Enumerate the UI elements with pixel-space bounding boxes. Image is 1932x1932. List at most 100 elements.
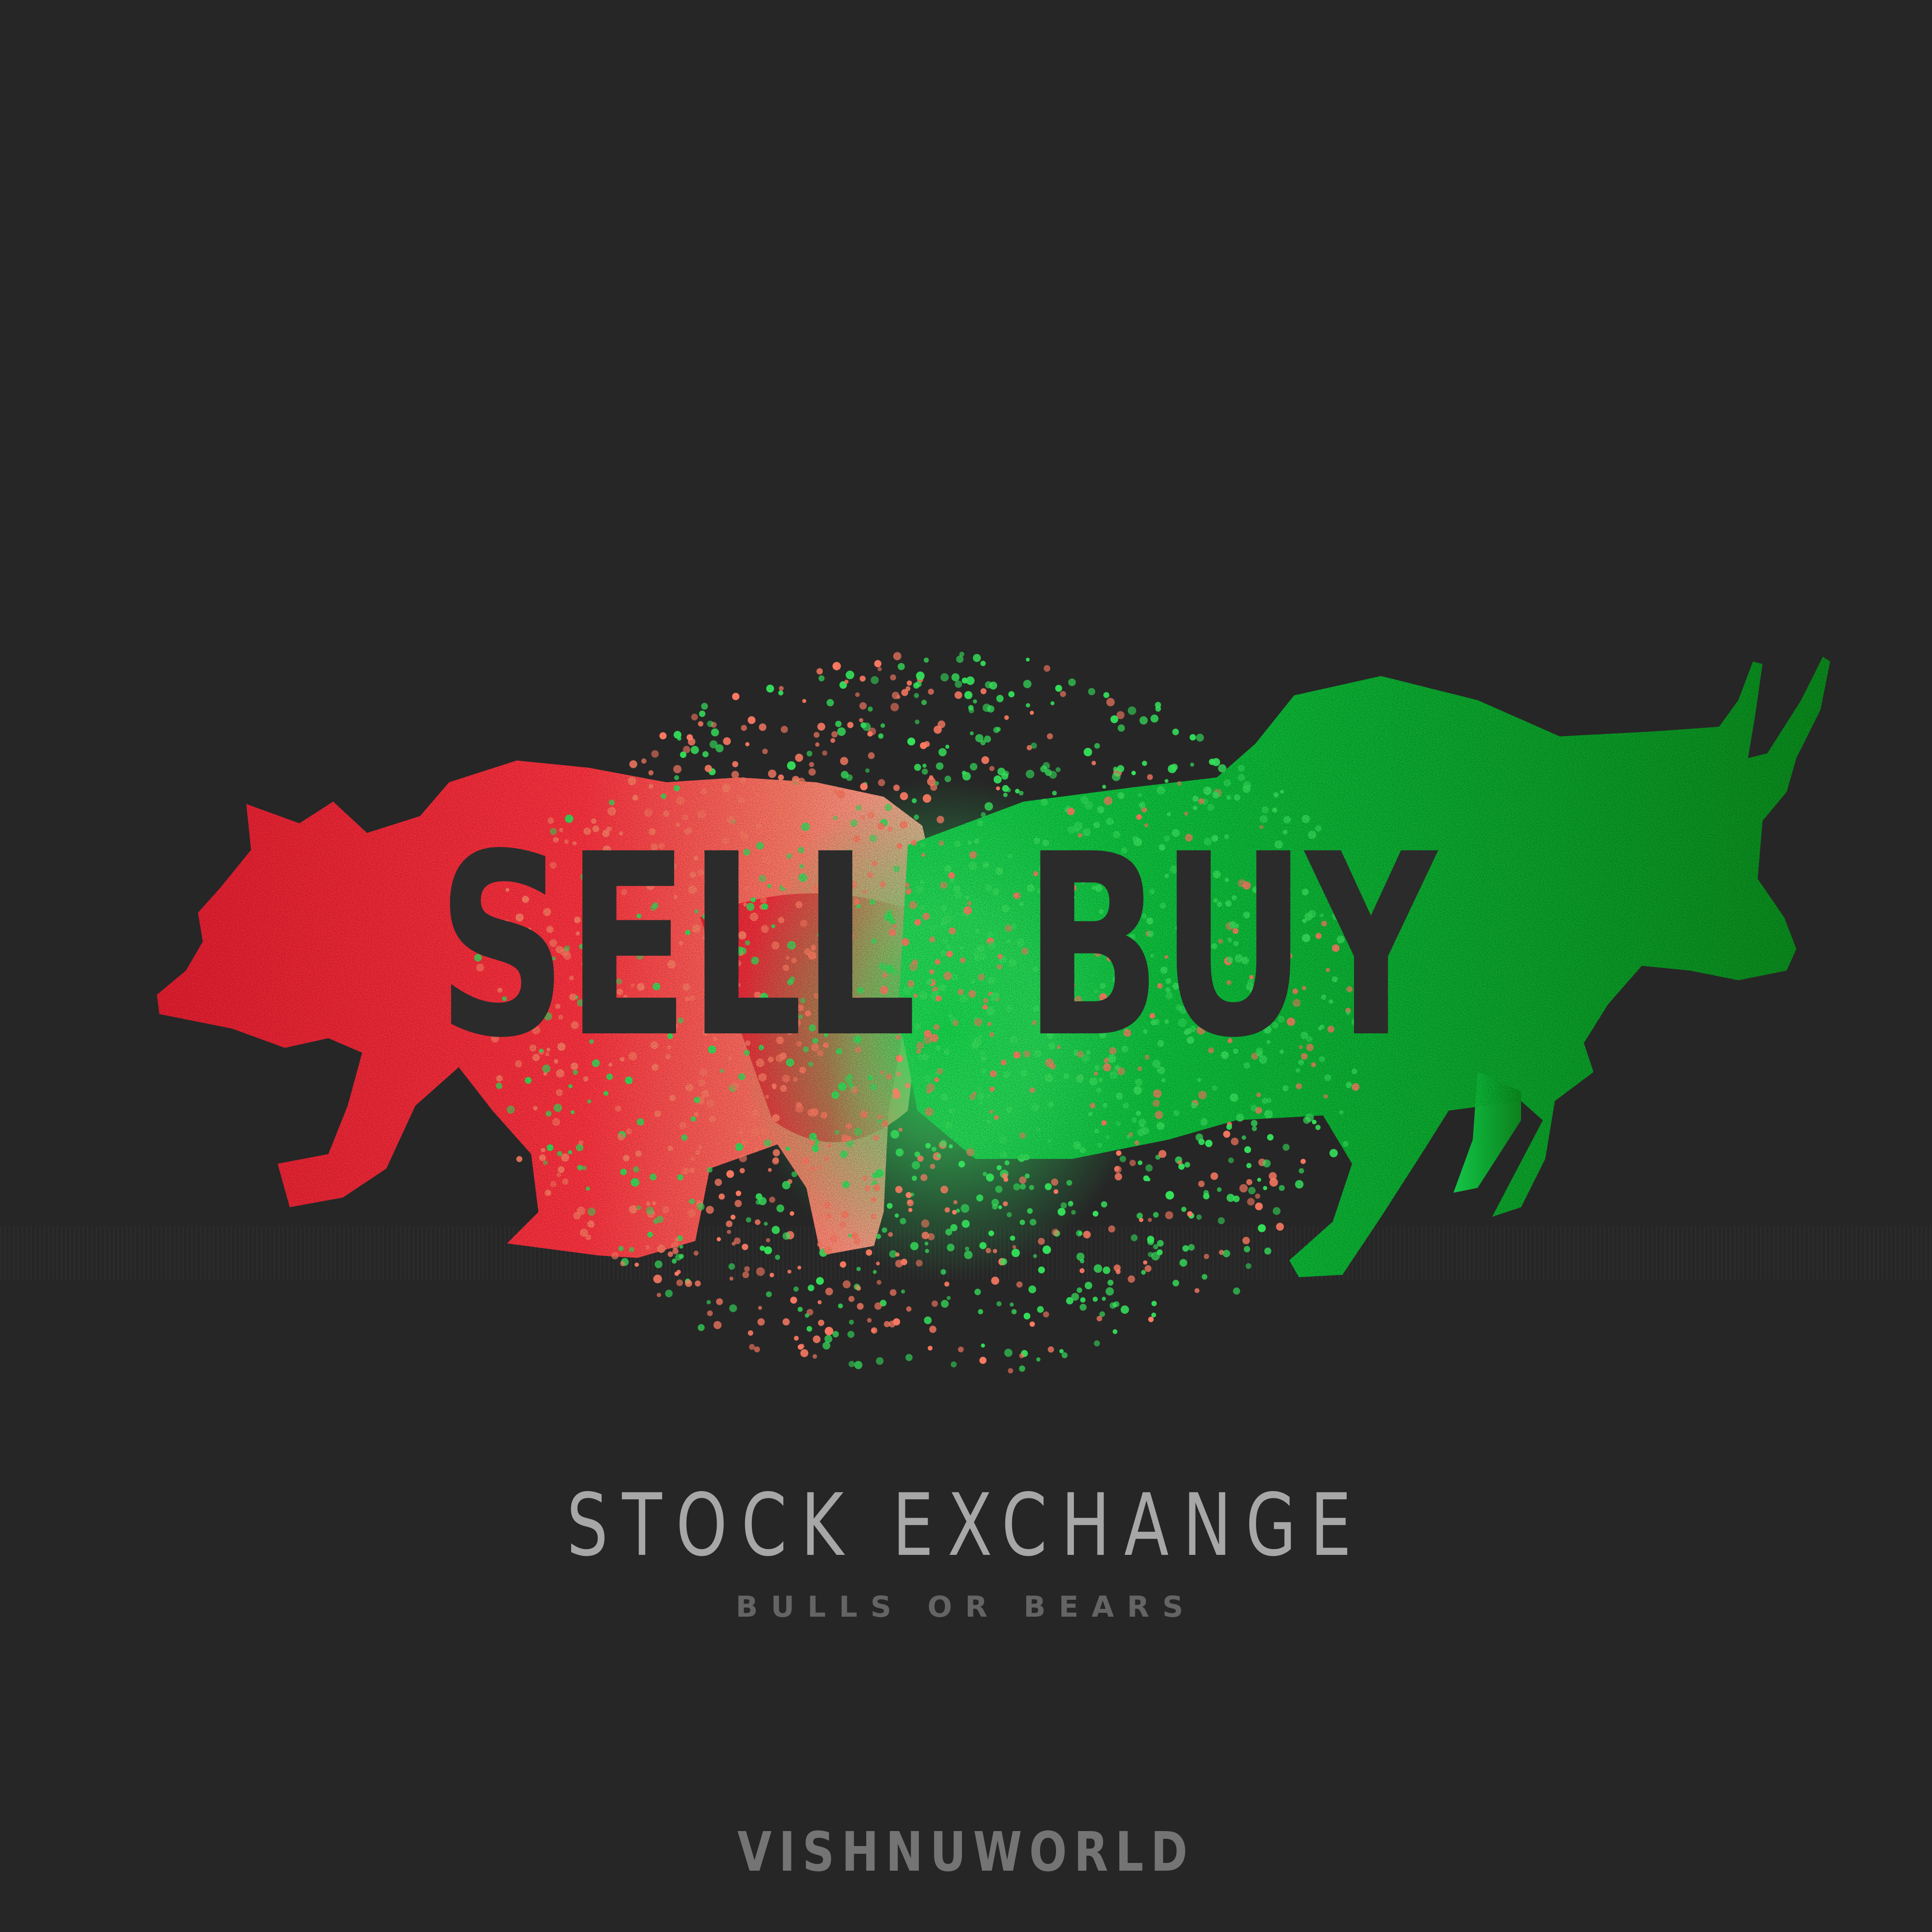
particle-dot: [1016, 1281, 1023, 1288]
particle-dot: [1114, 1264, 1121, 1272]
particle-dot: [1028, 1285, 1036, 1294]
particle-dot: [878, 733, 884, 739]
particle-dot: [859, 718, 863, 722]
particle-dot: [914, 693, 919, 698]
particle-dot: [1257, 1224, 1266, 1232]
particle-dot: [822, 1341, 831, 1350]
particle-dot: [758, 1306, 762, 1310]
particle-dot: [1113, 1329, 1118, 1334]
particle-dot: [880, 723, 885, 728]
particle-dot: [1233, 1287, 1241, 1295]
particle-dot: [1107, 1280, 1114, 1286]
particle-dot: [973, 699, 977, 704]
particle-dot: [989, 681, 998, 690]
particle-dot: [1058, 1208, 1066, 1216]
particle-dot: [1151, 1301, 1157, 1306]
particle-dot: [924, 1241, 929, 1246]
particle-dot: [1060, 691, 1066, 697]
particle-dot: [1055, 685, 1062, 692]
particle-dot: [1158, 1150, 1167, 1158]
particle-dot: [794, 1336, 799, 1341]
particle-dot: [938, 748, 947, 757]
particle-dot: [895, 1185, 903, 1193]
particle-dot: [1003, 792, 1008, 797]
particle-dot: [1006, 1212, 1012, 1217]
particle-dot: [970, 763, 978, 771]
particle-dot: [1110, 715, 1118, 723]
particle-dot: [713, 1321, 722, 1329]
particle-dot: [665, 1289, 673, 1297]
particle-dot: [887, 1203, 893, 1209]
particle-dot: [962, 772, 971, 781]
particle-dot: [1004, 715, 1009, 720]
particle-dot: [955, 680, 962, 688]
particle-dot: [1272, 1207, 1281, 1215]
particle-dot: [954, 691, 962, 699]
particle-dot: [715, 744, 724, 753]
particle-dot: [672, 1258, 677, 1264]
particle-dot: [1037, 1306, 1044, 1313]
particle-dot: [1179, 1259, 1187, 1267]
particle-dot: [793, 1286, 799, 1292]
particle-dot: [973, 654, 981, 662]
particle-dot: [705, 1206, 714, 1214]
particle-dot: [1008, 1368, 1014, 1374]
particle-dot: [945, 1228, 952, 1236]
particle-dot: [854, 1361, 862, 1369]
particle-dot: [749, 1344, 755, 1350]
particle-dot: [732, 761, 738, 767]
particle-dot: [860, 676, 866, 682]
particle-dot: [1130, 1234, 1138, 1241]
particle-dot: [1136, 1213, 1143, 1219]
particle-dot: [900, 1218, 906, 1225]
particle-dot: [980, 688, 987, 694]
particle-dot: [747, 1330, 753, 1336]
particle-dot: [679, 1254, 684, 1259]
particle-dot: [1094, 1264, 1102, 1273]
particle-dot: [1190, 762, 1194, 767]
particle-dot: [1182, 1245, 1189, 1252]
particle-dot: [832, 1331, 839, 1338]
particle-dot: [948, 1144, 953, 1149]
particle-dot: [795, 753, 804, 762]
particle-dot: [800, 1349, 808, 1357]
particle-dot: [1079, 1304, 1087, 1311]
particle-dot: [974, 1288, 981, 1296]
particle-dot: [1119, 1156, 1127, 1162]
particle-dot: [813, 732, 820, 738]
particle-dot: [996, 1301, 1002, 1307]
particle-dot: [867, 706, 873, 712]
particle-dot: [1117, 765, 1125, 773]
particle-dot: [1168, 764, 1177, 774]
particle-dot: [706, 1300, 711, 1305]
particle-dot: [1083, 1230, 1091, 1239]
particle-dot: [865, 768, 870, 773]
particle-dot: [900, 792, 908, 801]
poster: SELL BUY STOCK EXCHANGE BULLS OR BEARS V…: [0, 0, 1932, 1932]
particle-dot: [1102, 1266, 1111, 1274]
particle-dot: [1030, 742, 1037, 749]
particle-dot: [1059, 1349, 1064, 1354]
particle-dot: [1147, 774, 1153, 780]
particle-dot: [1279, 1185, 1285, 1191]
particle-dot: [711, 728, 719, 736]
particle-dot: [838, 1303, 843, 1309]
particle-dot: [1020, 1184, 1026, 1190]
particle-dot: [741, 725, 747, 731]
particle-dot: [1094, 743, 1100, 749]
particle-dot: [1071, 1293, 1079, 1301]
particle-dot: [1002, 1201, 1008, 1207]
particle-dot: [966, 676, 975, 685]
particle-dot: [1044, 769, 1052, 776]
particle-dot: [908, 1208, 913, 1212]
particle-dot: [855, 692, 860, 697]
particle-dot: [822, 750, 828, 756]
particle-dot: [920, 1174, 928, 1181]
particle-dot: [1147, 1218, 1152, 1222]
particle-dot: [1138, 1160, 1142, 1165]
particle-dot: [776, 1204, 785, 1213]
particle-dot: [951, 673, 960, 681]
particle-dot: [1312, 1119, 1317, 1125]
particle-dot: [1019, 1353, 1024, 1358]
particle-dot: [780, 726, 788, 733]
